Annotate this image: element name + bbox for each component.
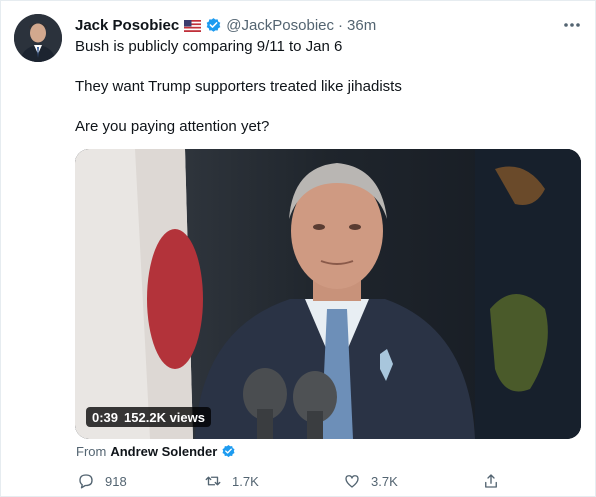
- tweet-text-line-1: Bush is publicly comparing 9/11 to Jan 6: [75, 38, 343, 55]
- timestamp[interactable]: 36m: [347, 17, 376, 34]
- source-prefix: From: [76, 444, 107, 459]
- retweet-button[interactable]: 1.7K: [204, 471, 259, 491]
- tweet-text-line-3: Are you paying attention yet?: [75, 118, 270, 135]
- avatar[interactable]: [14, 14, 62, 62]
- video-player[interactable]: [75, 149, 581, 439]
- author-handle[interactable]: @JackPosobiec: [226, 17, 334, 34]
- verified-badge-icon: [221, 444, 236, 459]
- separator: ·: [338, 16, 344, 34]
- video-thumbnail: [75, 149, 581, 439]
- source-name[interactable]: Andrew Solender: [110, 444, 217, 459]
- video-source: From Andrew Solender: [76, 444, 236, 459]
- video-stats-badge: 0:39 152.2K views: [86, 407, 211, 427]
- tweet-card[interactable]: Jack Posobiec @JackPosobiec · 36m Bush i…: [0, 0, 596, 497]
- author-name[interactable]: Jack Posobiec: [75, 17, 179, 34]
- reply-button[interactable]: 918: [77, 471, 127, 491]
- retweet-count: 1.7K: [232, 473, 259, 489]
- share-button[interactable]: [482, 471, 500, 491]
- reply-icon: [79, 474, 93, 489]
- retweet-icon: [205, 476, 221, 486]
- like-icon: [345, 475, 359, 488]
- share-icon: [485, 474, 497, 488]
- more-icon[interactable]: [562, 15, 582, 35]
- verified-badge-icon: [205, 17, 222, 34]
- video-views: 152.2K views: [124, 409, 205, 425]
- like-button[interactable]: 3.7K: [343, 471, 398, 491]
- tweet-header: Jack Posobiec @JackPosobiec · 36m: [75, 15, 376, 35]
- flag-icon: [184, 19, 202, 32]
- video-duration: 0:39: [92, 409, 119, 425]
- reply-count: 918: [105, 473, 127, 489]
- like-count: 3.7K: [371, 473, 398, 489]
- tweet-text-line-2: They want Trump supporters treated like …: [75, 78, 402, 95]
